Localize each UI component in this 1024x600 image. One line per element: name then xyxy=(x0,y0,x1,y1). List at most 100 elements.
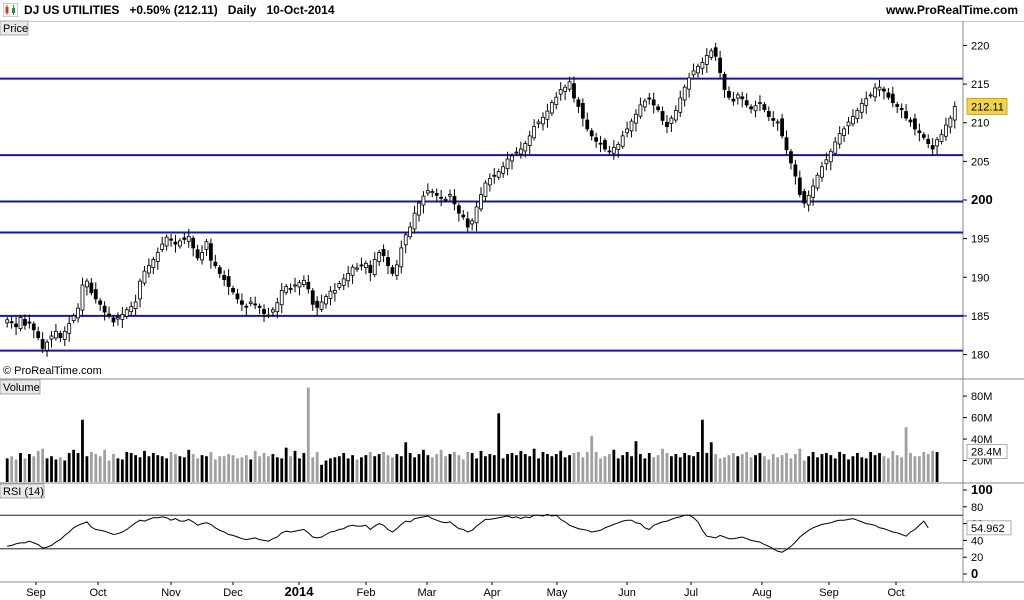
date-tick-label: Aug xyxy=(752,587,772,599)
volume-bar xyxy=(895,455,899,482)
volume-bar xyxy=(608,454,611,482)
price-candle xyxy=(735,94,740,99)
volume-bar xyxy=(41,448,45,482)
volume-bar xyxy=(479,450,483,482)
price-candle xyxy=(859,103,864,113)
volume-bar xyxy=(882,456,886,482)
volume-bar xyxy=(829,455,833,482)
volume-bar xyxy=(572,453,576,482)
price-candle xyxy=(297,282,302,288)
volume-bar xyxy=(767,459,771,482)
volume-bar xyxy=(346,458,350,482)
price-candle xyxy=(5,319,10,324)
price-candle xyxy=(76,307,80,319)
price-candle xyxy=(45,341,49,351)
price-candle xyxy=(71,315,76,321)
volume-bar xyxy=(546,454,549,482)
volume-bar xyxy=(174,454,177,482)
volume-bar xyxy=(709,442,713,482)
volume-bar xyxy=(302,453,306,482)
price-candle xyxy=(36,331,41,338)
rsi-tick-label: 0 xyxy=(971,566,978,581)
volume-bar xyxy=(76,453,80,482)
price-candle xyxy=(842,128,846,136)
price-candle xyxy=(709,50,714,58)
price-candle xyxy=(647,97,652,100)
price-candle xyxy=(155,252,160,262)
price-candle xyxy=(908,119,913,123)
volume-bar xyxy=(147,456,151,482)
volume-bar xyxy=(461,459,465,482)
price-candle xyxy=(107,313,111,317)
volume-bar xyxy=(727,455,731,482)
volume-bar xyxy=(213,459,217,482)
price-candle xyxy=(93,289,98,300)
price-candle xyxy=(704,55,709,65)
price-candle xyxy=(948,117,953,128)
volume-bar xyxy=(413,457,416,482)
volume-bar xyxy=(811,451,815,482)
volume-bar xyxy=(475,458,478,482)
price-candle xyxy=(465,218,470,228)
price-candle xyxy=(355,267,359,270)
price-candle xyxy=(98,300,103,305)
price-candle xyxy=(877,86,882,91)
volume-bar xyxy=(457,455,461,482)
price-candle xyxy=(67,323,72,334)
volume-bar xyxy=(258,456,262,482)
price-candle xyxy=(837,133,842,145)
volume-bar xyxy=(652,457,656,482)
price-candle xyxy=(461,214,466,218)
volume-bar xyxy=(519,450,523,482)
price-candle xyxy=(625,128,630,134)
volume-bar xyxy=(98,456,102,482)
price-candle xyxy=(563,86,568,92)
price-candle xyxy=(239,300,244,305)
volume-bar xyxy=(802,460,806,482)
price-candle xyxy=(279,290,284,306)
price-candle xyxy=(541,116,545,125)
price-tick-label: 205 xyxy=(971,156,989,168)
price-candle xyxy=(665,121,669,127)
volume-bar xyxy=(138,457,142,482)
volume-bar xyxy=(873,455,877,482)
volume-bar xyxy=(758,453,762,482)
price-candle xyxy=(514,151,519,154)
volume-bar xyxy=(160,456,164,482)
rsi-tick-label: 20 xyxy=(971,552,983,564)
price-candle xyxy=(846,121,851,127)
price-candle xyxy=(775,121,780,124)
price-candle xyxy=(133,301,138,309)
volume-bar xyxy=(785,453,788,482)
volume-bar xyxy=(54,459,58,482)
volume-bar xyxy=(714,454,718,482)
date-tick-label: Oct xyxy=(89,587,106,599)
volume-bar xyxy=(430,457,434,482)
price-candle xyxy=(332,290,337,294)
volume-bar xyxy=(280,458,284,482)
price-candle xyxy=(642,100,647,108)
date-tick-label: 2014 xyxy=(285,584,315,599)
volume-bar xyxy=(333,457,337,482)
volume-bar xyxy=(603,456,607,482)
volume-bar xyxy=(656,455,660,482)
volume-bar xyxy=(50,456,53,482)
volume-bar xyxy=(391,457,394,482)
volume-bar xyxy=(448,454,452,482)
volume-bar xyxy=(634,441,638,482)
volume-bar xyxy=(182,457,186,482)
price-candle xyxy=(855,109,860,119)
volume-bar xyxy=(435,454,439,482)
volume-bar xyxy=(382,451,385,482)
price-candle xyxy=(40,339,45,349)
volume-bar xyxy=(129,453,133,482)
price-candle xyxy=(696,65,700,74)
price-tick-label: 220 xyxy=(971,40,989,52)
price-candle xyxy=(483,182,488,197)
price-candle xyxy=(430,191,435,194)
volume-bar xyxy=(293,450,297,482)
volume-bar xyxy=(151,453,155,482)
price-candle xyxy=(102,305,107,313)
price-candle xyxy=(18,317,23,330)
price-candle xyxy=(740,96,745,100)
